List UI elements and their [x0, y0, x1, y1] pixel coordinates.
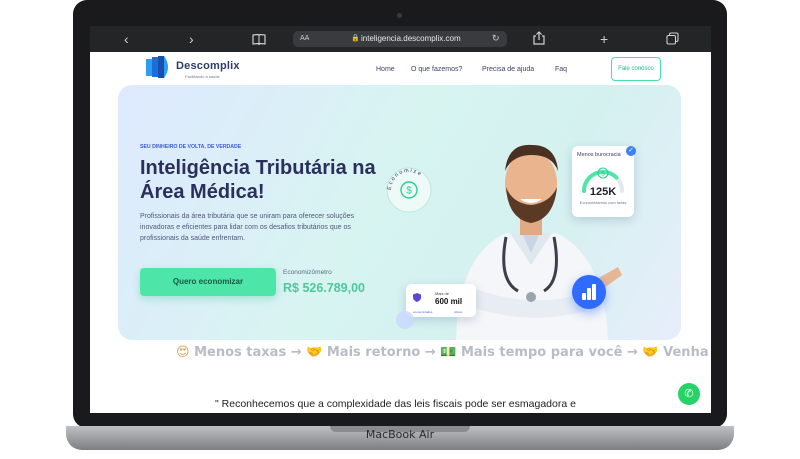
- economizometro-label: Economizômetro: [283, 269, 332, 276]
- quero-economizar-button[interactable]: Quero economizar: [140, 268, 276, 296]
- hero-section: SEU DINHEIRO DE VOLTA, DE VERDADE Inteli…: [118, 85, 681, 340]
- arrow-right-icon: →: [424, 345, 436, 360]
- burocracia-card: Menos burocracia $ 125K Economizamos com…: [572, 146, 634, 217]
- savings-card-value: 600 mil: [435, 297, 463, 306]
- bar-chart-icon: [582, 284, 596, 300]
- heart-eyes-emoji-icon: 😍: [176, 345, 190, 360]
- decorative-bubble: [396, 311, 414, 329]
- reader-aa-button[interactable]: AA: [300, 33, 309, 45]
- savings-card-footer-left: economizados: [413, 310, 433, 314]
- benefits-marquee: 😍 Menos taxas → 🤝 Mais retorno → 💵 Mais …: [176, 345, 711, 360]
- money-emoji-icon: 💵: [440, 345, 457, 360]
- economizometro-value: R$ 526.789,00: [283, 281, 366, 295]
- reload-icon[interactable]: ↻: [492, 32, 500, 45]
- handshake-emoji-icon: 🤝: [306, 345, 323, 360]
- nav-home[interactable]: Home: [376, 66, 395, 73]
- svg-text:$: $: [406, 186, 412, 197]
- logo-tagline: Facilitando a saúde: [185, 74, 220, 79]
- arrow-right-icon: →: [290, 345, 302, 360]
- book-icon[interactable]: [252, 31, 266, 49]
- device-model-label: MacBook Air: [365, 428, 435, 441]
- tabs-icon[interactable]: [666, 31, 679, 49]
- share-icon[interactable]: [533, 31, 545, 49]
- shield-icon: [413, 293, 421, 302]
- burocracia-card-title: Menos burocracia: [577, 152, 621, 158]
- chart-badge: [572, 275, 606, 309]
- url-text[interactable]: inteligencia.descomplix.com: [361, 33, 461, 45]
- economize-stamp-icon: Economize $: [386, 167, 432, 213]
- check-icon: ✓: [626, 146, 636, 156]
- site-header: Descomplix Facilitando a saúde Home O qu…: [90, 52, 711, 88]
- camera: [397, 13, 402, 18]
- marquee-item: Mais tempo para você: [460, 345, 623, 360]
- handshake-emoji-icon: 🤝: [642, 345, 659, 360]
- chevron-right-icon[interactable]: ›: [189, 30, 194, 48]
- nav-o-que-fazemos[interactable]: O que fazemos?: [411, 66, 462, 73]
- arrow-right-icon: →: [626, 345, 638, 360]
- marquee-item: Menos taxas: [194, 345, 287, 360]
- savings-card-footer-right: Ativos: [454, 310, 463, 314]
- savings-card: Mais de 600 mil economizados Ativos: [406, 284, 476, 317]
- burocracia-card-value: 125K: [589, 186, 617, 198]
- quote-text: " Reconhecemos que a complexidade das le…: [215, 398, 576, 410]
- hero-eyebrow: SEU DINHEIRO DE VOLTA, DE VERDADE: [140, 144, 242, 150]
- whatsapp-icon[interactable]: ✆: [678, 383, 700, 405]
- fale-conosco-button[interactable]: Fale conosco: [611, 57, 661, 81]
- chevron-left-icon[interactable]: ‹: [124, 30, 129, 48]
- lock-icon: 🔒: [351, 35, 360, 42]
- address-bar[interactable]: AA 🔒 inteligencia.descomplix.com ↻: [293, 31, 507, 47]
- hero-description: Profissionais da área tributária que se …: [140, 213, 355, 242]
- screen: ‹ › AA 🔒 inteligencia.descomplix.com ↻ +…: [90, 26, 711, 413]
- nav-precisa-de-ajuda[interactable]: Precisa de ajuda: [482, 66, 534, 73]
- savings-card-label: Mais de: [435, 291, 450, 296]
- marquee-item: Mais retorno: [326, 345, 421, 360]
- marquee-item: Venha para: [663, 345, 711, 360]
- logo-text[interactable]: Descomplix: [176, 60, 240, 72]
- nav-faq[interactable]: Faq: [555, 66, 567, 73]
- plus-icon[interactable]: +: [600, 30, 608, 48]
- logo-icon[interactable]: [146, 56, 172, 78]
- hero-title: Inteligência Tributária na Área Médica!: [140, 157, 376, 203]
- burocracia-card-subtitle: Economizamos com taxas: [579, 200, 627, 205]
- browser-toolbar: ‹ › AA 🔒 inteligencia.descomplix.com ↻ +: [90, 26, 711, 52]
